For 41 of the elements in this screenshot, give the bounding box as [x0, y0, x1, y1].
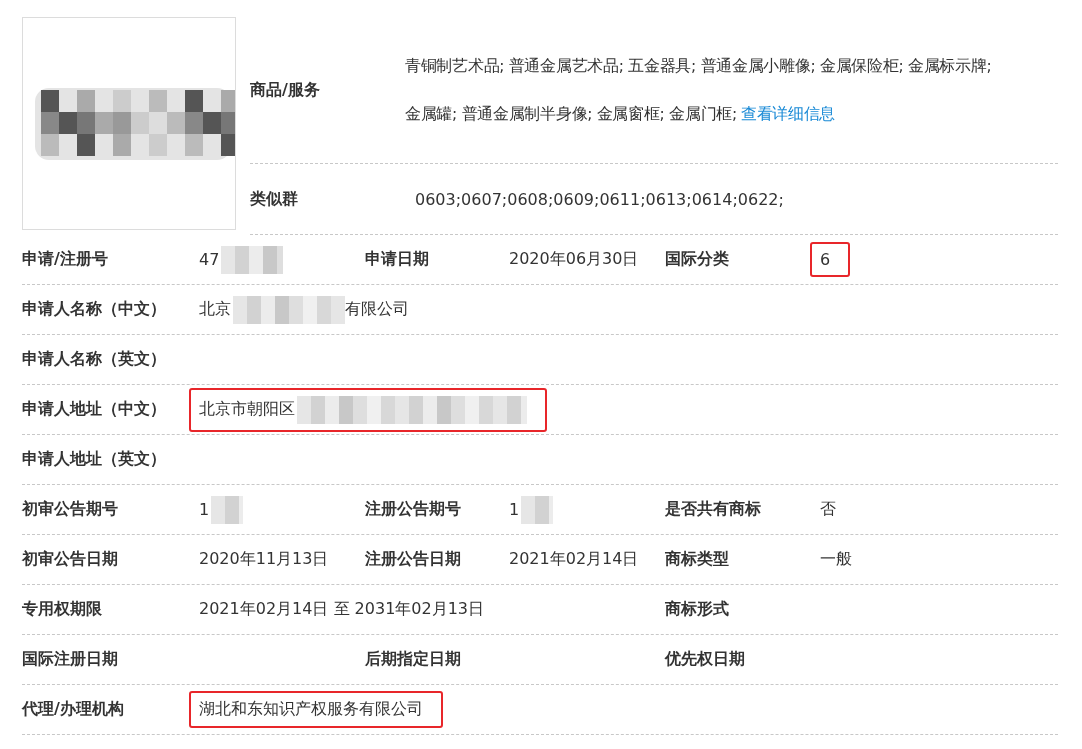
details-link[interactable]: 查看详细信息 [740, 105, 836, 123]
field-value: 2021年02月14日 [508, 548, 640, 570]
field-label: 申请人地址（英文） [22, 449, 167, 470]
field-value: 2020年06月30日 [508, 248, 640, 270]
field-label: 是否共有商标 [665, 499, 762, 520]
field-value: 47 [189, 237, 294, 282]
field-value: 1 [499, 487, 564, 532]
field-label: 商标形式 [665, 599, 730, 620]
field-label: 代理/办理机构 [22, 699, 125, 720]
field-label: 申请人名称（英文） [22, 349, 167, 370]
goods-text: 金属罐; 普通金属制半身像; 金属窗框; 金属门框; [405, 105, 737, 123]
field-label: 类似群 [250, 188, 299, 210]
field-value: 1 [189, 487, 254, 532]
field-label: 注册公告日期 [365, 549, 462, 570]
field-label: 商标类型 [665, 549, 730, 570]
field-value: 6 [810, 242, 851, 277]
field-value: 0603;0607;0608;0609;0611;0613;0614;0622; [415, 189, 784, 209]
field-value: 一般 [819, 548, 853, 570]
pixelated-redaction [211, 495, 244, 524]
field-label: 申请人地址（中文） [22, 399, 167, 420]
field-label: 专用权期限 [22, 599, 103, 620]
field-label: 国际注册日期 [22, 649, 119, 670]
field-value: 2021年02月14日 至 2031年02月13日 [198, 598, 486, 620]
field-label: 申请/注册号 [22, 249, 109, 270]
field-label: 注册公告期号 [365, 499, 462, 520]
field-value: 北京 有限公司 [189, 287, 419, 332]
field-label: 初审公告期号 [22, 499, 119, 520]
goods-text: 青铜制艺术品; 普通金属艺术品; 五金器具; 普通金属小雕像; 金属保险柜; 金属标示牌; [405, 57, 992, 75]
pixelated-redaction [221, 245, 284, 274]
field-label: 商品/服务 [250, 79, 321, 101]
field-label: 申请人名称（中文） [22, 299, 167, 320]
field-label: 优先权日期 [665, 649, 746, 670]
field-label: 国际分类 [665, 249, 730, 270]
field-value: 否 [819, 498, 837, 520]
field-label: 后期指定日期 [365, 649, 462, 670]
pixelated-redaction [521, 495, 554, 524]
field-value: 2020年11月13日 [198, 548, 330, 570]
field-label: 初审公告日期 [22, 549, 119, 570]
field-value: 北京市朝阳区 [189, 387, 547, 432]
field-label: 申请日期 [365, 249, 430, 270]
field-value: 湖北和东知识产权服务有限公司 [189, 691, 443, 728]
